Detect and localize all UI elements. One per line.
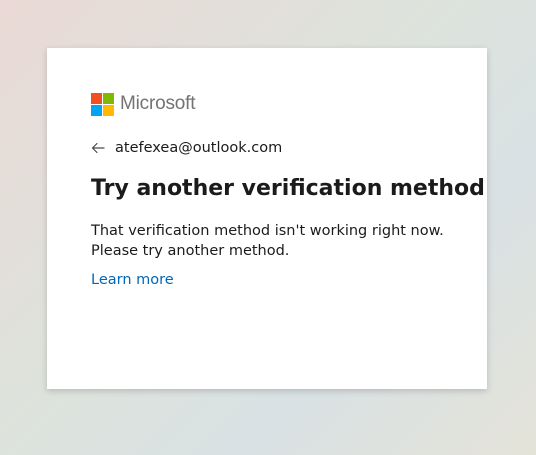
page-title: Try another verification method (91, 176, 485, 201)
description-text: That verification method isn't working r… (91, 221, 444, 261)
identity-banner[interactable]: atefexea@outlook.com (91, 138, 282, 158)
sign-in-card: Microsoft atefexea@outlook.com Try anoth… (47, 48, 487, 389)
identity-email: atefexea@outlook.com (115, 140, 283, 156)
microsoft-logo-icon (91, 92, 114, 116)
arrow-left-icon[interactable] (91, 138, 115, 158)
microsoft-logo-text: Microsoft (120, 93, 196, 114)
microsoft-logo: Microsoft (91, 92, 195, 116)
description-line-2: Please try another method. (91, 243, 290, 259)
description-line-1: That verification method isn't working r… (91, 223, 444, 239)
learn-more-link[interactable]: Learn more (91, 272, 174, 288)
